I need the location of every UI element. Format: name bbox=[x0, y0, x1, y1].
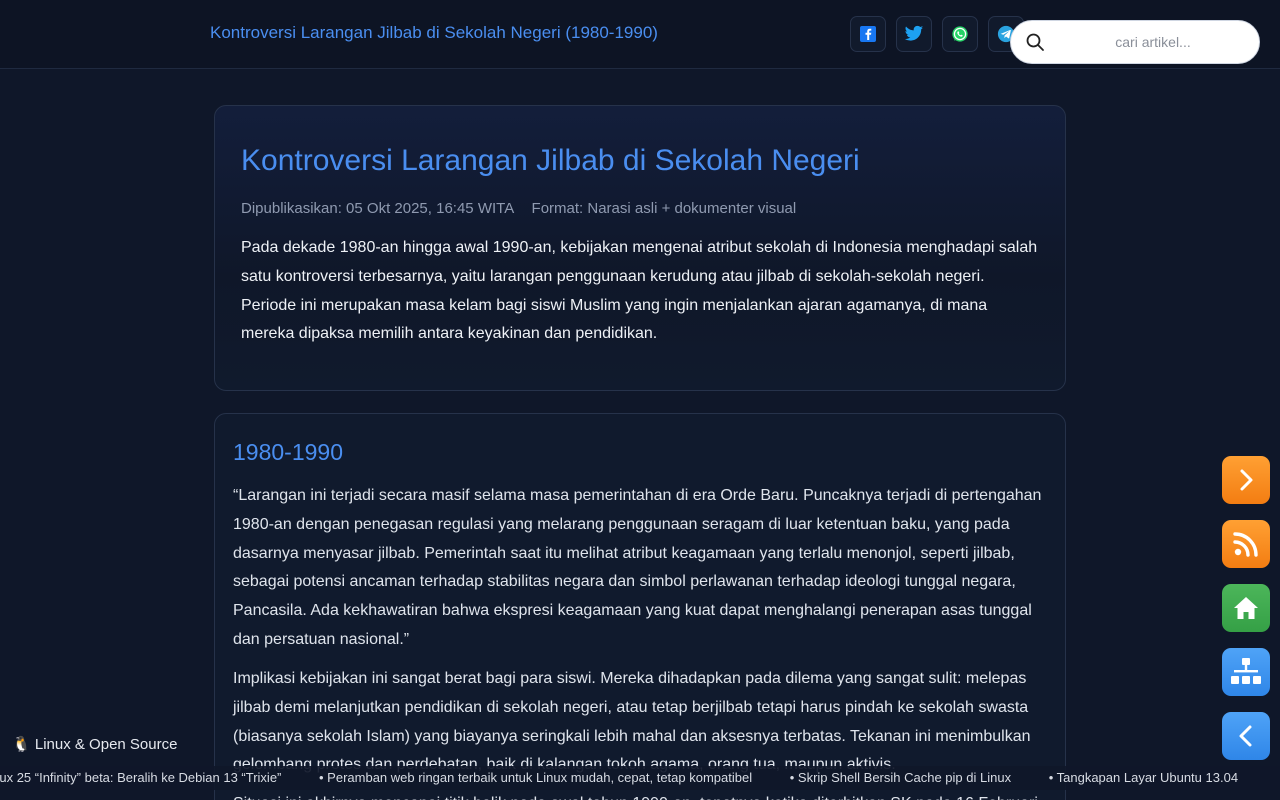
rss-icon bbox=[1233, 532, 1258, 557]
section-title: 1980-1990 bbox=[233, 439, 343, 465]
news-ticker: Linux 25 “Infinity” beta: Beralih ke Deb… bbox=[0, 766, 1280, 790]
header-title-link[interactable]: Kontroversi Larangan Jilbab di Sekolah N… bbox=[210, 23, 658, 43]
section-paragraph: Situasi ini akhirnya mencapai titik bali… bbox=[233, 790, 1051, 800]
home-icon bbox=[1234, 597, 1258, 619]
article-lead: Pada dekade 1980-an hingga awal 1990-an,… bbox=[241, 239, 1038, 343]
section-paragraph: “Larangan ini terjadi secara masif selam… bbox=[233, 487, 1042, 648]
sitemap-icon bbox=[1231, 658, 1261, 684]
sitemap-button[interactable] bbox=[1222, 648, 1270, 696]
share-whatsapp-button[interactable] bbox=[942, 16, 978, 52]
rss-button[interactable] bbox=[1222, 520, 1270, 568]
ticker-track: Linux 25 “Infinity” beta: Beralih ke Deb… bbox=[0, 770, 1272, 785]
twitter-icon bbox=[904, 25, 924, 41]
search-icon bbox=[1026, 33, 1044, 51]
chevron-left-icon bbox=[1239, 725, 1252, 747]
ticker-item[interactable]: • Skrip Shell Bersih Cache pip di Linux bbox=[790, 770, 1011, 785]
whatsapp-icon bbox=[952, 26, 968, 42]
article-section-card: 1980-1990 “Larangan ini terjadi secara m… bbox=[214, 413, 1066, 800]
search-input[interactable] bbox=[1053, 34, 1253, 50]
publish-date: Dipublikasikan: 05 Okt 2025, 16:45 WITA bbox=[241, 200, 514, 217]
back-button[interactable] bbox=[1222, 712, 1270, 760]
ticker-item[interactable]: • Tangkapan Layar Ubuntu 13.04 bbox=[1049, 770, 1238, 785]
ticker-item[interactable]: Linux 25 “Infinity” beta: Beralih ke Deb… bbox=[0, 770, 281, 785]
search-bar[interactable] bbox=[1010, 20, 1260, 64]
article-meta: Dipublikasikan: 05 Okt 2025, 16:45 WITA … bbox=[241, 200, 796, 217]
article-format: Format: Narasi asli + dokumenter visual bbox=[531, 200, 797, 217]
ticker-item[interactable]: • Peramban web ringan terbaik untuk Linu… bbox=[319, 770, 752, 785]
category-tag-label: Linux & Open Source bbox=[34, 736, 178, 753]
home-button[interactable] bbox=[1222, 584, 1270, 632]
top-bar: Kontroversi Larangan Jilbab di Sekolah N… bbox=[0, 0, 1280, 69]
share-twitter-button[interactable] bbox=[896, 16, 932, 52]
share-facebook-button[interactable] bbox=[850, 16, 886, 52]
article-header-card: Kontroversi Larangan Jilbab di Sekolah N… bbox=[214, 105, 1066, 391]
penguin-icon: 🐧 bbox=[12, 736, 31, 753]
category-tag[interactable]: 🐧 Linux & Open Source bbox=[12, 735, 177, 753]
facebook-icon bbox=[860, 26, 876, 42]
chevron-right-icon bbox=[1240, 469, 1253, 491]
article-title: Kontroversi Larangan Jilbab di Sekolah N… bbox=[241, 144, 860, 177]
section-paragraph: Implikasi kebijakan ini sangat berat bag… bbox=[233, 670, 1031, 774]
next-button[interactable] bbox=[1222, 456, 1270, 504]
